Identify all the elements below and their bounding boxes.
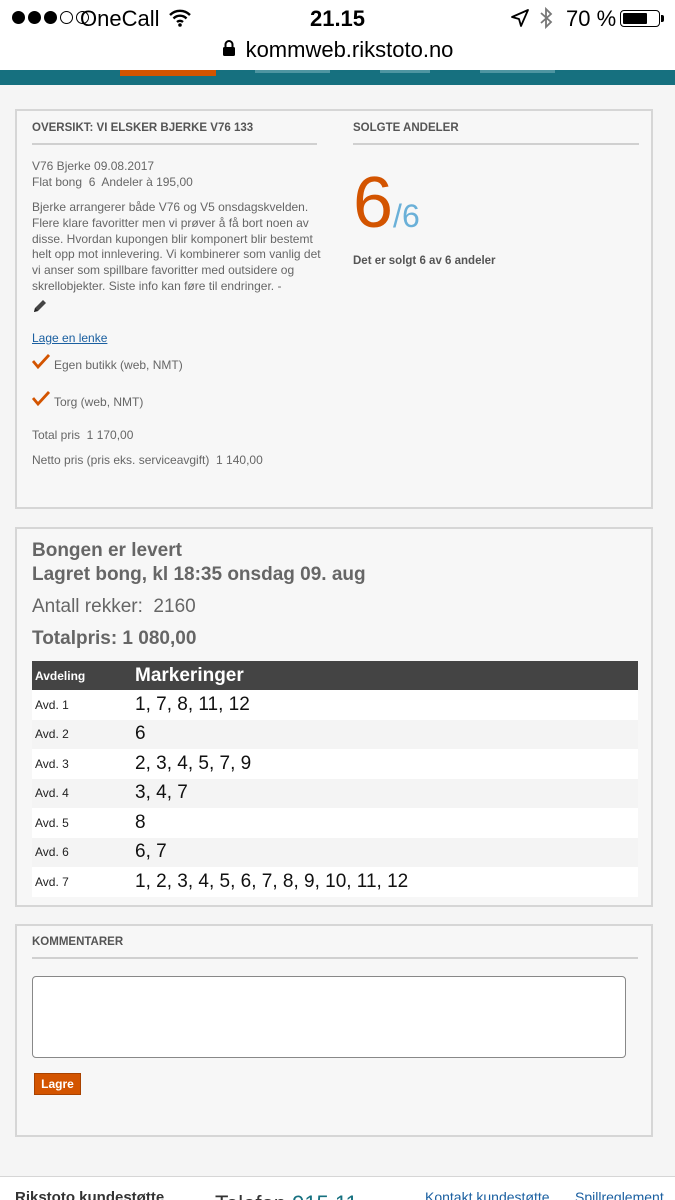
support-phone: Telefon 915 11: [215, 1191, 358, 1200]
table-header-row: Avdeling Markeringer: [32, 661, 638, 690]
checkmark-icon: [31, 390, 51, 410]
markings-cell: 1, 7, 8, 11, 12: [135, 690, 638, 720]
game-line: V76 Bjerke 09.08.2017: [32, 159, 155, 173]
division-cell: Avd. 7: [32, 867, 135, 897]
sold-text: Det er solgt 6 av 6 andeler: [353, 255, 496, 267]
markings-cell: 8: [135, 808, 638, 838]
column-header-division: Avdeling: [32, 661, 135, 690]
make-link-button[interactable]: Lage en lenke: [32, 330, 107, 346]
channel-label: Egen butikk (web, NMT): [54, 357, 183, 372]
row-count: Antall rekker: 2160: [32, 596, 196, 617]
browser-address-bar[interactable]: kommweb.rikstoto.no: [0, 36, 675, 70]
bong-panel: Bongen er levert Lagret bong, kl 18:35 o…: [15, 527, 653, 907]
overview-body: V76 Bjerke 09.08.2017 Flat bong 6 Andele…: [31, 158, 332, 468]
bong-saved: Lagret bong, kl 18:35 onsdag 09. aug: [32, 564, 366, 585]
phone-number[interactable]: 915 11: [292, 1191, 358, 1200]
table-row: Avd. 1 1, 7, 8, 11, 12: [32, 690, 638, 720]
table-row: Avd. 5 8: [32, 808, 638, 838]
overview-heading: OVERSIKT: VI ELSKER BJERKE V76 133: [32, 122, 317, 145]
ios-status-bar: OneCall 21.15 70 %: [0, 0, 675, 36]
battery-tip: [661, 15, 664, 22]
total-price: Total pris 1 170,00: [32, 427, 134, 442]
description: Bjerke arrangerer både V76 og V5 onsdags…: [32, 200, 321, 293]
page-footer: Rikstoto kundestøtte Telefon 915 11 Kont…: [0, 1177, 675, 1200]
division-cell: Avd. 3: [32, 749, 135, 779]
division-cell: Avd. 5: [32, 808, 135, 838]
bong-status: Bongen er levert: [32, 540, 182, 561]
division-cell: Avd. 1: [32, 690, 135, 720]
channel-label: Torg (web, NMT): [54, 394, 144, 409]
edit-pencil-icon[interactable]: [32, 298, 332, 318]
checkmark-icon: [31, 353, 51, 373]
channel-item: Torg (web, NMT): [31, 390, 332, 410]
division-cell: Avd. 2: [32, 719, 135, 749]
table-row: Avd. 2 6: [32, 719, 638, 749]
markings-cell: 6, 7: [135, 837, 638, 867]
total-price-line: Totalpris: 1 080,00: [32, 628, 197, 649]
sold-number: 6: [353, 163, 394, 243]
phone-label: Telefon: [215, 1191, 286, 1200]
column-header-markings: Markeringer: [135, 661, 638, 690]
comment-textarea[interactable]: [32, 976, 626, 1058]
url-text[interactable]: kommweb.rikstoto.no: [246, 37, 454, 63]
support-heading: Rikstoto kundestøtte: [15, 1189, 165, 1200]
bluetooth-icon: [538, 6, 554, 35]
rules-link[interactable]: Spillreglement: [575, 1189, 664, 1200]
battery-percentage: 70 %: [566, 6, 617, 31]
nav-tab[interactable]: [380, 70, 430, 73]
active-nav-tab[interactable]: [120, 70, 216, 76]
table-row: Avd. 6 6, 7: [32, 837, 638, 867]
nav-tab[interactable]: [255, 70, 330, 73]
division-cell: Avd. 4: [32, 778, 135, 808]
markings-cell: 6: [135, 719, 638, 749]
sold-heading: SOLGTE ANDELER: [353, 122, 639, 145]
bong-title: Bongen er levert Lagret bong, kl 18:35 o…: [32, 539, 366, 587]
contact-support-link[interactable]: Kontakt kundestøtte: [425, 1189, 550, 1200]
lock-icon: [222, 39, 236, 62]
markings-cell: 3, 4, 7: [135, 778, 638, 808]
comments-panel: KOMMENTARER Lagre: [15, 924, 653, 1137]
table-row: Avd. 4 3, 4, 7: [32, 778, 638, 808]
table-row: Avd. 3 2, 3, 4, 5, 7, 9: [32, 749, 638, 779]
channel-item: Egen butikk (web, NMT): [31, 353, 332, 373]
total-shares: /6: [393, 198, 420, 234]
markings-cell: 2, 3, 4, 5, 7, 9: [135, 749, 638, 779]
table-row: Avd. 7 1, 2, 3, 4, 5, 6, 7, 8, 9, 10, 11…: [32, 867, 638, 897]
save-button[interactable]: Lagre: [34, 1073, 81, 1095]
sold-shares-count: 6/6: [353, 163, 420, 243]
bong-line: Flat bong 6 Andeler à 195,00: [32, 175, 193, 189]
location-arrow-icon: [510, 8, 530, 33]
battery-level: [623, 13, 647, 24]
net-price: Netto pris (pris eks. serviceavgift) 1 1…: [32, 452, 263, 467]
nav-tab[interactable]: [480, 70, 555, 73]
overview-panel: OVERSIKT: VI ELSKER BJERKE V76 133 V76 B…: [15, 109, 653, 509]
battery-icon: [620, 10, 660, 27]
comments-heading: KOMMENTARER: [32, 936, 638, 959]
site-navigation: [0, 70, 675, 85]
markings-table: Avdeling Markeringer Avd. 1 1, 7, 8, 11,…: [32, 661, 638, 897]
markings-cell: 1, 2, 3, 4, 5, 6, 7, 8, 9, 10, 11, 12: [135, 867, 638, 897]
division-cell: Avd. 6: [32, 837, 135, 867]
